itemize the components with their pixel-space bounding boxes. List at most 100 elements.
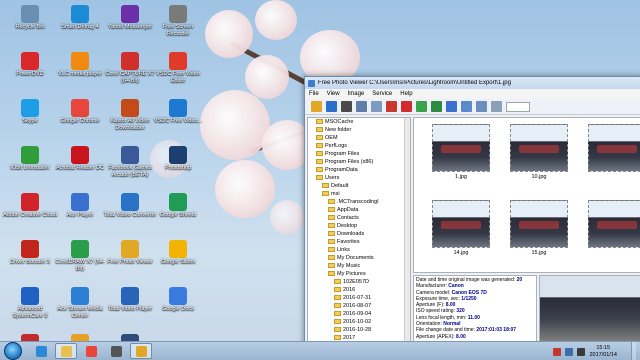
google-slides-icon: [169, 240, 187, 258]
coreldraw-icon: [71, 240, 89, 258]
taskbar-button[interactable]: [30, 343, 52, 359]
title-bar[interactable]: Free Photo Viewer C:\Users\msi\Pictures\…: [305, 77, 640, 89]
blossom: [200, 90, 270, 160]
tree-item[interactable]: Contacts: [308, 214, 410, 222]
tree-item[interactable]: Program Files: [308, 150, 410, 158]
desktop-shortcut[interactable]: Adobe Creative Cloud: [2, 193, 58, 237]
thumbnail[interactable]: 15.jpg: [508, 197, 570, 263]
system-tray: 15:15 2017/01/14: [553, 342, 636, 360]
thumbnail-caption: 10.jpg: [531, 174, 547, 180]
tree-item[interactable]: My Pictures: [308, 270, 410, 278]
tree-item[interactable]: 2016-07-31: [308, 294, 410, 302]
desktop-shortcut[interactable]: Google Chrome: [52, 99, 108, 143]
tree-item[interactable]: Users: [308, 174, 410, 182]
tree-item-label: Program Files: [325, 151, 360, 157]
desktop-shortcut[interactable]: Recycle Bin: [2, 5, 58, 49]
menu-service[interactable]: Service: [372, 91, 392, 97]
thumbnail[interactable]: 1.jpg: [430, 121, 492, 187]
desktop-shortcut[interactable]: Free Screen Recorder: [150, 5, 206, 49]
zoom-select[interactable]: [506, 101, 530, 112]
taskbar-button[interactable]: [80, 343, 102, 359]
desktop-shortcut[interactable]: Skype: [2, 99, 58, 143]
rotate-icon[interactable]: [416, 101, 427, 112]
desktop-shortcut[interactable]: Ace Player: [52, 193, 108, 237]
clock[interactable]: 15:15 2017/01/14: [589, 345, 617, 359]
tree-item[interactable]: .MCTranscodingI: [308, 198, 410, 206]
zoom-icon[interactable]: [446, 101, 457, 112]
tree-item[interactable]: MSOCache: [308, 118, 410, 126]
desktop-shortcut[interactable]: IObit Uninstaller: [2, 146, 58, 190]
folder-tree[interactable]: MSOCache New folder OEM PerfLogs Program Fil…: [307, 117, 411, 347]
tree-item[interactable]: 2016: [308, 286, 410, 294]
tree-scrollbar[interactable]: [404, 118, 410, 346]
start-button[interactable]: [4, 342, 22, 360]
tree-item[interactable]: 102E057D: [308, 278, 410, 286]
folder-icon: [316, 167, 323, 172]
taskbar-button[interactable]: [55, 343, 77, 359]
menu-help[interactable]: Help: [400, 91, 412, 97]
copy-icon[interactable]: [356, 101, 367, 112]
photo-viewer-window[interactable]: Free Photo Viewer C:\Users\msi\Pictures\…: [304, 76, 640, 347]
volume-icon[interactable]: [577, 347, 586, 356]
view-mode-icon[interactable]: [476, 101, 487, 112]
print-icon[interactable]: [341, 101, 352, 112]
menu-image[interactable]: Image: [348, 91, 365, 97]
image-preview: [539, 275, 640, 347]
desktop-shortcut[interactable]: Google Sheets: [150, 193, 206, 237]
delete-icon[interactable]: [401, 101, 412, 112]
desktop-shortcut[interactable]: Smart Defrag 4: [52, 5, 108, 49]
thumbnail-grid[interactable]: 1.jpg 10.jpg 14.jpg 15.jpg: [413, 117, 640, 273]
desktop-shortcut[interactable]: PowerDVD: [2, 52, 58, 96]
tree-item[interactable]: New folder: [308, 126, 410, 134]
crop-icon[interactable]: [431, 101, 442, 112]
desktop-shortcut[interactable]: VSDC Free Video...: [150, 99, 206, 143]
tree-item[interactable]: Links: [308, 246, 410, 254]
cut-icon[interactable]: [386, 101, 397, 112]
tree-item[interactable]: 2016-10-28: [308, 326, 410, 334]
desktop-shortcut[interactable]: Google Slides: [150, 240, 206, 284]
tree-item[interactable]: My Documents: [308, 254, 410, 262]
tree-item[interactable]: 2016-10-02: [308, 318, 410, 326]
fullscreen-icon[interactable]: [461, 101, 472, 112]
tree-item[interactable]: Desktop: [308, 222, 410, 230]
desktop-shortcut[interactable]: Photoshop: [150, 146, 206, 190]
tray-app-icon[interactable]: [553, 347, 562, 356]
tree-item[interactable]: Default: [308, 182, 410, 190]
tree-item[interactable]: Favorites: [308, 238, 410, 246]
tree-item[interactable]: ProgramData: [308, 166, 410, 174]
thumbnail[interactable]: 10.jpg: [508, 121, 570, 187]
save-icon[interactable]: [326, 101, 337, 112]
open-icon[interactable]: [311, 101, 322, 112]
thumbnail-caption: 14.jpg: [453, 250, 469, 256]
network-icon[interactable]: [565, 347, 574, 356]
desktop-shortcut[interactable]: VLC media player: [52, 52, 108, 96]
sort-icon[interactable]: [491, 101, 502, 112]
tree-item[interactable]: 2016-08-07: [308, 302, 410, 310]
menu-view[interactable]: View: [327, 91, 340, 97]
taskbar-button[interactable]: [105, 343, 127, 359]
tree-item[interactable]: Downloads: [308, 230, 410, 238]
desktop-shortcut[interactable]: Ace Stream Media Center: [52, 287, 108, 331]
tree-item[interactable]: PerfLogs: [308, 142, 410, 150]
tree-item[interactable]: OEM: [308, 134, 410, 142]
taskbar-button[interactable]: [130, 343, 152, 359]
tree-item[interactable]: AppData: [308, 206, 410, 214]
desktop-shortcut[interactable]: Advanced SystemCare 9: [2, 287, 58, 331]
tree-item[interactable]: 2016-09-04: [308, 310, 410, 318]
tree-item[interactable]: My Music: [308, 262, 410, 270]
menu-file[interactable]: File: [309, 91, 319, 97]
tree-item[interactable]: Program Files (x86): [308, 158, 410, 166]
desktop-shortcut[interactable]: VSDC Free Video Editor: [150, 52, 206, 96]
desktop-shortcut[interactable]: Acrobat Reader DC: [52, 146, 108, 190]
tree-item[interactable]: msi: [308, 190, 410, 198]
camera-app-icon: [110, 345, 122, 357]
desktop-shortcut[interactable]: Driver Booster 3: [2, 240, 58, 284]
exif-key: Exposure time, sec:: [416, 295, 460, 302]
thumbnail[interactable]: [586, 197, 640, 263]
thumbnail[interactable]: 14.jpg: [430, 197, 492, 263]
desktop-shortcut[interactable]: CorelDRAW X7 (64-Bit): [52, 240, 108, 284]
desktop-shortcut[interactable]: Google Docs: [150, 287, 206, 331]
show-desktop-button[interactable]: [631, 342, 636, 360]
paste-icon[interactable]: [371, 101, 382, 112]
thumbnail[interactable]: [586, 121, 640, 187]
